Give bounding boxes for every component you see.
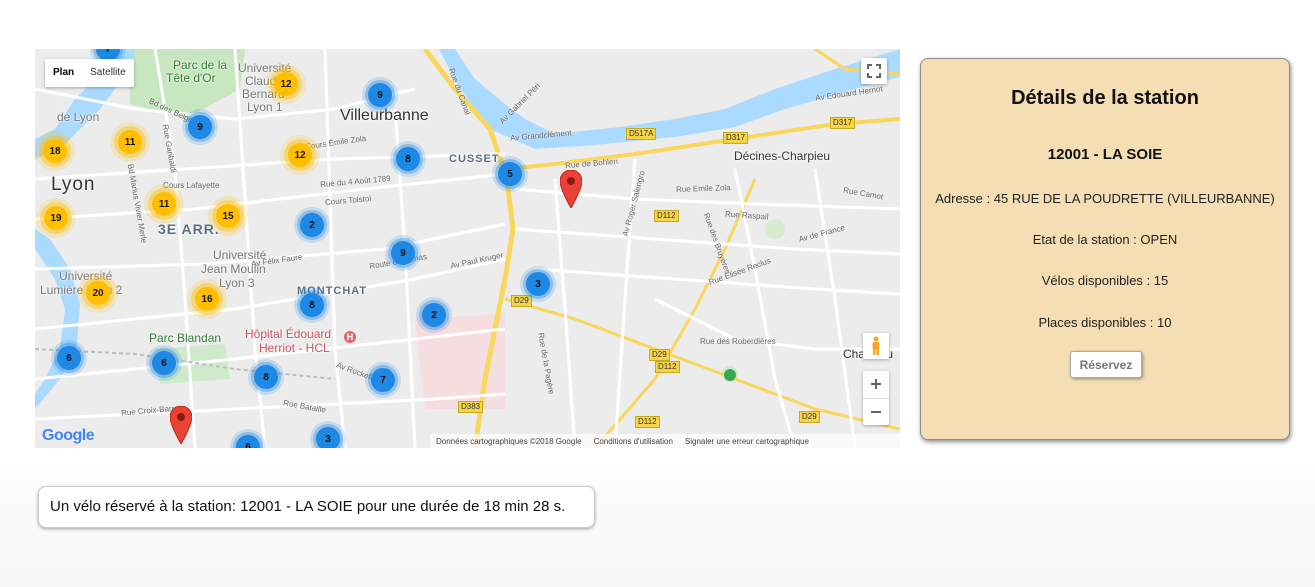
place-lyon: Lyon bbox=[51, 174, 96, 195]
place-parc-tete-1: Parc de la bbox=[173, 58, 228, 72]
station-status: Etat de la station : OPEN bbox=[1032, 232, 1178, 247]
map-type-satellite[interactable]: Satellite bbox=[82, 59, 134, 87]
map[interactable]: Villeurbanne Lyon Décines-Charpieu CUSSE… bbox=[35, 49, 900, 448]
station-cluster[interactable]: 9 bbox=[188, 115, 212, 139]
place-cusset: CUSSET bbox=[449, 153, 500, 165]
station-cluster[interactable]: 7 bbox=[371, 368, 395, 392]
station-cluster[interactable]: 15 bbox=[216, 204, 240, 228]
place-3e: 3E ARR. bbox=[158, 221, 220, 237]
station-cluster[interactable]: 8 bbox=[396, 147, 420, 171]
zoom-in-icon bbox=[871, 379, 881, 390]
street-label: Cours Lafayette bbox=[163, 181, 220, 190]
reservation-text: Un vélo réservé à la station: 12001 - LA… bbox=[50, 498, 566, 515]
station-details-panel: Détails de la station 12001 - LA SOIE Ad… bbox=[920, 58, 1290, 440]
details-title: Détails de la station bbox=[1011, 87, 1199, 109]
station-cluster[interactable]: 18 bbox=[43, 139, 67, 163]
station-cluster[interactable]: 9 bbox=[391, 241, 415, 265]
zoom-out-button[interactable] bbox=[863, 399, 889, 426]
google-logo-text: Google bbox=[42, 427, 95, 444]
poi-icon bbox=[724, 369, 736, 381]
road-shield: D29 bbox=[799, 411, 820, 423]
place-univ-claude-4: Lyon 1 bbox=[247, 100, 283, 114]
marker-pin-icon[interactable] bbox=[170, 406, 192, 444]
place-parc-blandan: Parc Blandan bbox=[149, 331, 222, 345]
road-shield: D383 bbox=[458, 401, 484, 413]
fullscreen-icon bbox=[867, 64, 881, 78]
place-hopital-1: Hôpital Édouard bbox=[245, 327, 332, 341]
station-cluster[interactable]: 16 bbox=[195, 287, 219, 311]
street-label: Rue des Roberdières bbox=[700, 337, 776, 346]
station-cluster[interactable]: 5 bbox=[498, 162, 522, 186]
pegman-icon bbox=[872, 336, 880, 355]
road-shield: D517A bbox=[626, 128, 657, 140]
station-cluster[interactable]: 20 bbox=[86, 281, 110, 305]
map-type-plan[interactable]: Plan bbox=[45, 59, 82, 87]
google-logo[interactable]: Google bbox=[42, 427, 95, 445]
station-cluster[interactable]: 3 bbox=[316, 427, 340, 448]
station-cluster[interactable]: 11 bbox=[152, 192, 176, 216]
station-cluster[interactable]: 19 bbox=[44, 206, 68, 230]
place-villeurbanne: Villeurbanne bbox=[340, 107, 429, 124]
place-decines: Décines-Charpieu bbox=[734, 149, 831, 163]
terms-link[interactable]: Conditions d'utilisation bbox=[594, 437, 673, 446]
zoom-in-button[interactable] bbox=[863, 371, 889, 399]
station-cluster[interactable]: 6 bbox=[152, 351, 176, 375]
station-address: Adresse : 45 RUE DE LA POUDRETTE (VILLEU… bbox=[935, 191, 1275, 206]
station-name: 12001 - LA SOIE bbox=[1047, 146, 1163, 163]
map-type-control: Plan Satellite bbox=[45, 59, 134, 87]
places-available: Places disponibles : 10 bbox=[1038, 315, 1172, 330]
map-data-credit: Données cartographiques ©2018 Google bbox=[436, 436, 582, 446]
place-univ-lum-1: Université bbox=[59, 269, 113, 283]
zoom-out-icon bbox=[871, 410, 881, 413]
reserve-button[interactable]: Réservez bbox=[1070, 351, 1142, 378]
marker-pin-icon[interactable] bbox=[560, 170, 582, 208]
station-cluster[interactable]: 12 bbox=[288, 143, 312, 167]
street-view-button[interactable] bbox=[863, 333, 889, 359]
road-shield: D112 bbox=[655, 361, 680, 373]
station-cluster[interactable]: 11 bbox=[118, 130, 142, 154]
station-cluster[interactable]: 12 bbox=[274, 72, 298, 96]
street-label: Rue Emile Zola bbox=[675, 183, 731, 194]
place-univ-lum-2: Lumière Lyon 2 bbox=[40, 283, 123, 297]
road-shield: D317 bbox=[723, 132, 749, 144]
road-shield: D112 bbox=[654, 210, 679, 222]
fullscreen-button[interactable] bbox=[861, 58, 887, 84]
map-attribution: Données cartographiques ©2018 Google Con… bbox=[430, 434, 900, 448]
road-shield: D317 bbox=[830, 117, 856, 129]
station-cluster[interactable]: 3 bbox=[526, 272, 550, 296]
reservation-message: Un vélo réservé à la station: 12001 - LA… bbox=[38, 486, 595, 528]
place-de-lyon: de Lyon bbox=[57, 110, 100, 124]
station-cluster[interactable]: 2 bbox=[422, 303, 446, 327]
station-cluster[interactable]: 8 bbox=[300, 293, 324, 317]
station-cluster[interactable]: 2 bbox=[300, 213, 324, 237]
zoom-control bbox=[863, 371, 889, 425]
bikes-available: Vélos disponibles : 15 bbox=[1041, 273, 1169, 288]
place-hopital-2: Herriot - HCL bbox=[259, 341, 330, 355]
road-shield: D29 bbox=[511, 295, 532, 307]
road-shield: D112 bbox=[635, 416, 660, 428]
hospital-icon: H bbox=[344, 331, 356, 343]
station-cluster[interactable]: 8 bbox=[254, 365, 278, 389]
place-univ-jm-3: Lyon 3 bbox=[219, 276, 255, 290]
station-cluster[interactable]: 6 bbox=[57, 346, 81, 370]
road-shield: D29 bbox=[649, 349, 670, 361]
station-cluster[interactable]: 9 bbox=[368, 83, 392, 107]
report-error-link[interactable]: Signaler une erreur cartographique bbox=[685, 437, 809, 446]
place-parc-tete-2: Tête d'Or bbox=[166, 71, 216, 85]
